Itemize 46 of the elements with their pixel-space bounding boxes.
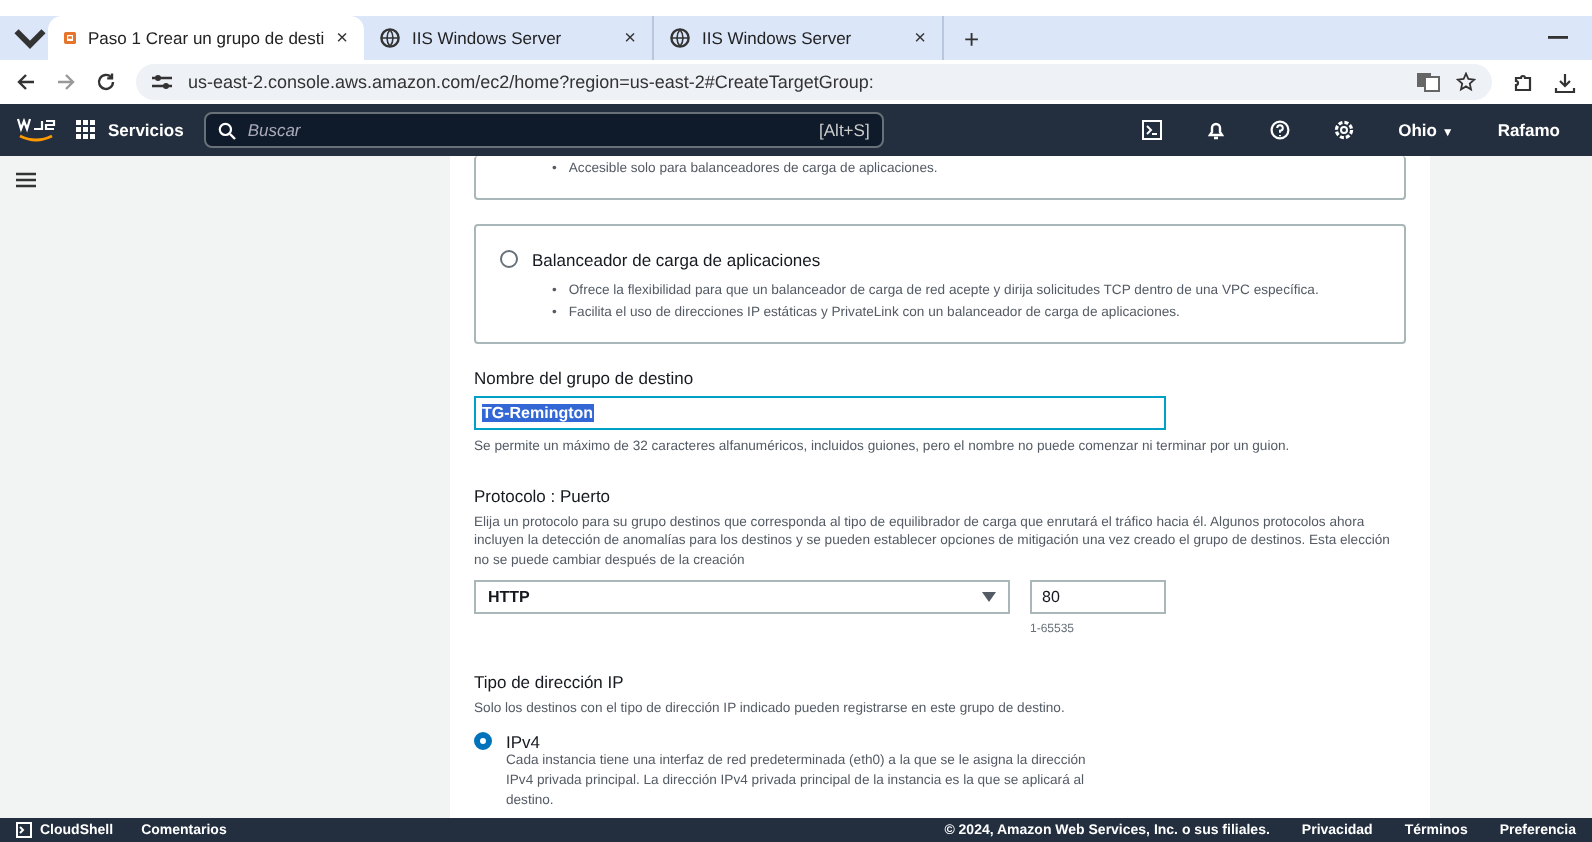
help-icon[interactable] (1270, 120, 1291, 140)
grid-icon (76, 120, 96, 140)
browser-tab[interactable]: IIS Windows Server × (364, 16, 654, 60)
aws-icon (64, 28, 77, 48)
new-tab-button[interactable]: + (944, 23, 1000, 53)
site-settings-icon[interactable] (152, 74, 172, 90)
close-tab-button[interactable]: × (914, 27, 926, 49)
reload-icon[interactable] (96, 72, 116, 92)
translate-icon[interactable] (1416, 72, 1440, 92)
search-field[interactable]: Buscar [Alt+S] (203, 112, 884, 148)
close-tab-button[interactable]: × (336, 27, 348, 49)
search-icon (217, 121, 236, 139)
protocol-dropdown[interactable]: HTTP (474, 580, 1010, 615)
account-menu[interactable]: Rafamo (1497, 120, 1560, 140)
menu-icon[interactable] (16, 172, 36, 188)
field-label: Protocolo : Puerto (474, 485, 613, 506)
services-menu[interactable]: Servicios (76, 120, 184, 140)
terminal-icon[interactable] (1142, 120, 1163, 140)
globe-icon (380, 28, 400, 48)
ip-type-option[interactable]: IPv4 (474, 731, 1406, 752)
browser-tab[interactable]: IIS Windows Server × (654, 16, 944, 60)
globe-icon (670, 28, 690, 48)
name-input[interactable]: TG-Remington (474, 395, 1166, 430)
radio-button[interactable] (474, 732, 492, 751)
field-label: Tipo de dirección IP (474, 672, 626, 693)
terminal-icon (16, 822, 32, 838)
field-label: Nombre del grupo de destino (474, 367, 696, 388)
forward-arrow-icon[interactable] (56, 72, 76, 92)
option-label: Balanceador de carga de aplicaciones (532, 249, 821, 270)
shortcut-hint: [Alt+S] (819, 120, 870, 140)
bell-icon[interactable] (1206, 120, 1227, 140)
option-card[interactable] (474, 223, 1406, 344)
port-input[interactable]: 80 (1030, 580, 1166, 615)
star-icon[interactable] (1456, 72, 1476, 92)
settings-icon[interactable] (1334, 120, 1355, 140)
back-arrow-icon[interactable] (16, 72, 36, 92)
aws-logo[interactable] (16, 116, 56, 144)
address-bar[interactable]: us-east-2.console.aws.amazon.com/ec2/home?region=us-east-2#CreateTargetGroup: (136, 64, 1492, 100)
browser-tab[interactable]: Paso 1 Crear un grupo de desti × (48, 16, 364, 60)
caret-icon (982, 592, 996, 603)
radio-button[interactable] (500, 250, 518, 269)
option-label: IPv4 (506, 731, 541, 752)
extensions-icon[interactable] (1512, 71, 1534, 93)
minimize-icon[interactable] (1548, 36, 1568, 40)
download-icon[interactable] (1554, 71, 1576, 93)
close-tab-button[interactable]: × (624, 27, 636, 49)
